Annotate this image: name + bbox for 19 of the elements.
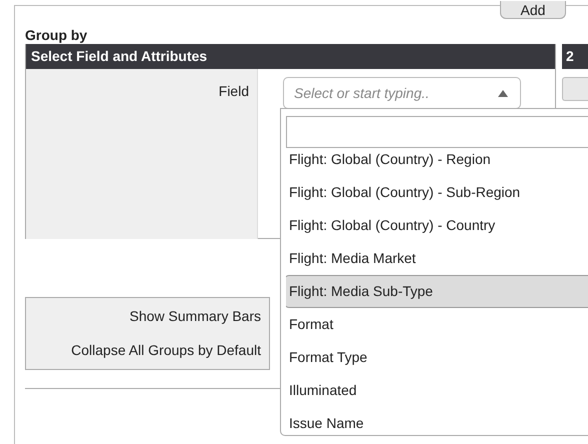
field-label: Field <box>218 83 249 99</box>
section-title: Group by <box>25 26 88 44</box>
dropdown-option[interactable]: Flight: Global (Country) - Sub-Region <box>286 176 588 209</box>
caret-up-icon <box>498 90 508 96</box>
dropdown-option[interactable]: Illuminated <box>286 374 588 407</box>
dropdown-option[interactable]: Format <box>286 308 588 341</box>
dropdown-option[interactable]: Flight: Global (Country) - Region <box>286 150 588 176</box>
dropdown-option[interactable]: Flight: Global (Country) - Country <box>286 209 588 242</box>
dropdown-option[interactable]: Flight: Media Market <box>286 242 588 275</box>
panel-header: 2 <box>562 44 588 69</box>
dropdown-option[interactable]: Flight: Media Sub-Type <box>286 275 588 308</box>
dropdown-option[interactable]: Issue Name <box>286 407 588 430</box>
panel-header: Select Field and Attributes <box>26 44 555 69</box>
side-button[interactable] <box>562 77 588 101</box>
search-field[interactable] <box>286 116 588 148</box>
dropdown-option[interactable]: Format Type <box>286 341 588 374</box>
setting-label: Show Summary Bars <box>130 308 261 324</box>
setting-label: Collapse All Groups by Default <box>71 342 261 358</box>
add-button[interactable]: Add <box>500 1 566 19</box>
